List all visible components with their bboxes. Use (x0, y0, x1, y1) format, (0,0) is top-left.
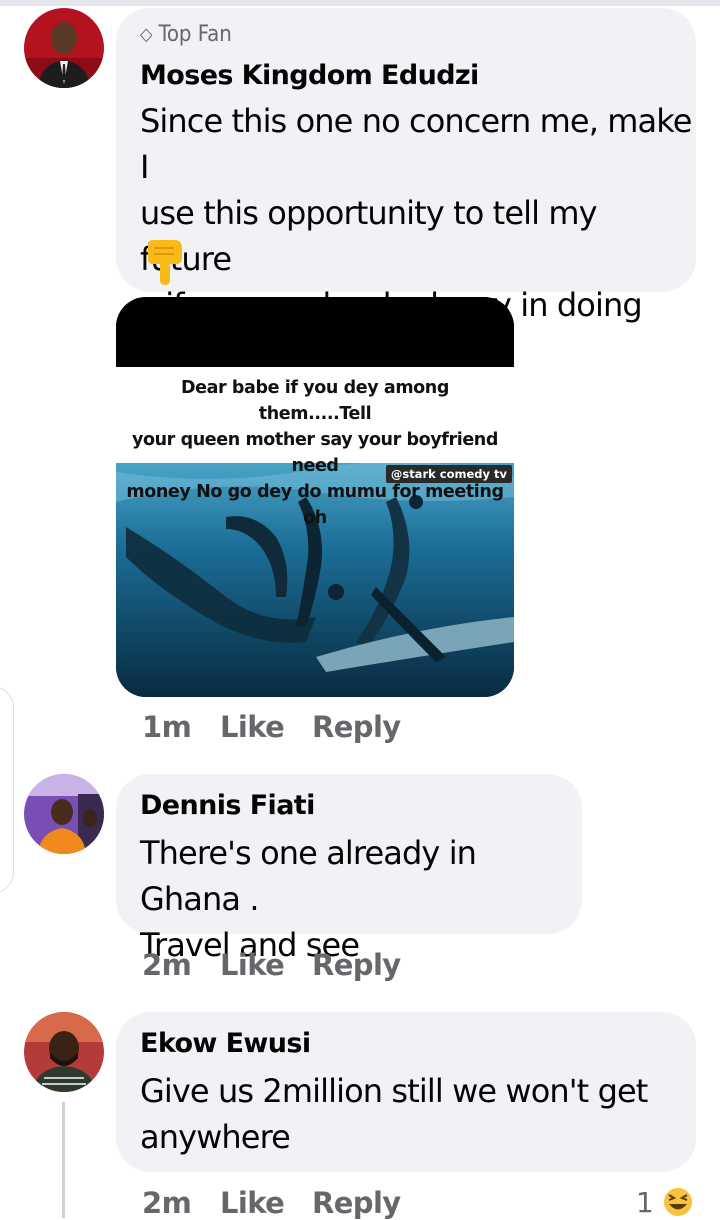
diamond-icon: ◇ (140, 24, 153, 45)
comment-bubble-2: Dennis Fiati There's one already in Ghan… (116, 774, 582, 964)
top-divider (0, 0, 720, 6)
image-caption-line: Dear babe if you dey among them.....Tell (181, 378, 449, 424)
reply-button[interactable]: Reply (312, 710, 401, 744)
laughing-face-icon[interactable] (660, 1184, 696, 1218)
comment-time[interactable]: 2m (142, 948, 192, 982)
comment-author[interactable]: Moses Kingdom Edudzi (140, 60, 479, 91)
profile-photo-icon (24, 774, 104, 854)
thread-line (62, 1102, 65, 1218)
comment-bubble-3: Ekow Ewusi Give us 2million still we won… (116, 1012, 696, 1172)
image-caption-line: money No go dey do mumu for meeting oh (126, 482, 504, 528)
profile-photo-icon (24, 1012, 104, 1092)
side-panel-edge (0, 686, 14, 894)
comment-time[interactable]: 1m (142, 710, 192, 744)
comment-time[interactable]: 2m (142, 1186, 192, 1220)
reaction-count[interactable]: 1 (636, 1186, 654, 1219)
like-button[interactable]: Like (220, 710, 285, 744)
comment-text-line: use this opportunity to tell my future (140, 194, 598, 278)
avatar-ekow[interactable] (24, 1012, 104, 1092)
badge-label: Top Fan (158, 22, 232, 47)
like-button[interactable]: Like (220, 948, 285, 982)
image-caption: Dear babe if you dey among them.....Tell… (124, 375, 506, 531)
reply-button[interactable]: Reply (312, 948, 401, 982)
avatar-dennis[interactable] (24, 774, 104, 854)
avatar-moses[interactable] (24, 8, 104, 88)
comment-image-attachment[interactable]: Dear babe if you dey among them.....Tell… (116, 297, 514, 697)
comment-text-line: Give us 2million still we won't get (140, 1072, 648, 1110)
comment-text-line: There's one already in Ghana . (140, 834, 477, 918)
profile-photo-icon (24, 8, 104, 88)
comment-author[interactable]: Ekow Ewusi (140, 1028, 311, 1059)
comment-text-line: Since this one no concern me, make I (140, 102, 692, 186)
pointing-down-emoji-icon (148, 240, 182, 285)
reply-button[interactable]: Reply (312, 1186, 401, 1220)
comment-text-line: anywhere (140, 1118, 291, 1156)
comment-author[interactable]: Dennis Fiati (140, 790, 315, 821)
top-fan-badge: ◇ Top Fan (140, 22, 232, 47)
like-button[interactable]: Like (220, 1186, 285, 1220)
image-watermark: @stark comedy tv (385, 465, 512, 483)
comment-text: Give us 2million still we won't get anyw… (140, 1068, 648, 1160)
comment-bubble-1: ◇ Top Fan Moses Kingdom Edudzi Since thi… (116, 8, 696, 370)
image-top-bar (116, 297, 514, 367)
